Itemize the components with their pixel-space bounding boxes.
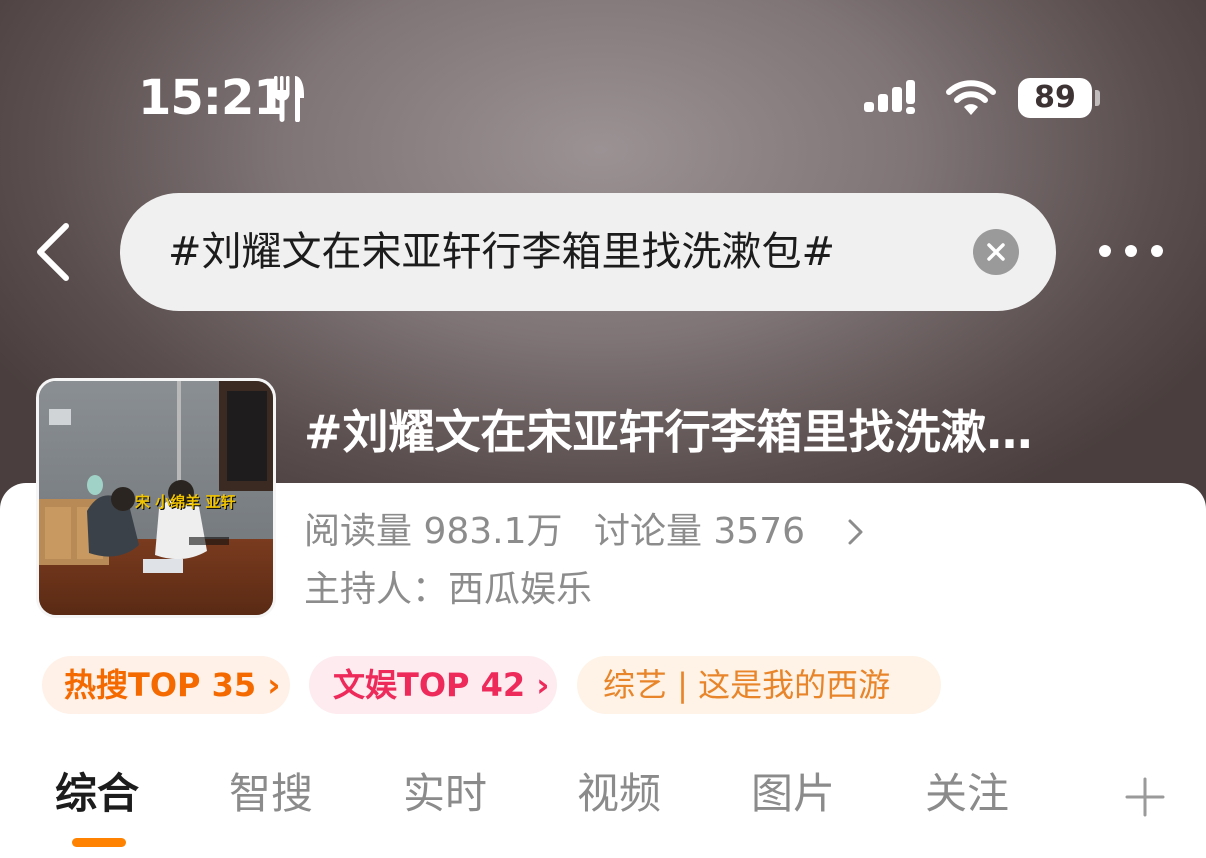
wifi-icon	[944, 78, 998, 122]
clear-icon[interactable]	[973, 229, 1019, 275]
status-time: 15:21	[138, 70, 287, 126]
fork-knife-icon	[272, 74, 306, 126]
read-count: 阅读量 983.1万	[304, 511, 563, 552]
topic-thumbnail[interactable]: 宋 小绵羊 亚轩	[36, 378, 276, 618]
chevron-right-icon[interactable]	[845, 517, 867, 551]
thumbnail-caption: 宋 小绵羊 亚轩	[135, 493, 236, 511]
signal-icon	[864, 80, 924, 122]
more-icon[interactable]	[1096, 236, 1166, 266]
tab-images[interactable]: 图片	[751, 766, 835, 822]
entertainment-rank-tag[interactable]: 文娱TOP 42 ›	[309, 656, 557, 714]
back-icon[interactable]	[30, 220, 80, 284]
active-tab-indicator	[72, 838, 126, 847]
search-query[interactable]: #刘耀文在宋亚轩行李箱里找洗漱包#	[168, 227, 835, 277]
topic-host: 主持人：西瓜娱乐	[304, 569, 593, 610]
battery-icon: 89	[1018, 78, 1092, 118]
variety-show-tag[interactable]: 综艺 | 这是我的西游	[577, 656, 941, 714]
search-input[interactable]: #刘耀文在宋亚轩行李箱里找洗漱包#	[120, 193, 1056, 311]
battery-tip	[1095, 90, 1100, 106]
hot-search-rank-tag[interactable]: 热搜TOP 35 ›	[42, 656, 290, 714]
tab-realtime[interactable]: 实时	[403, 766, 487, 822]
topic-stats[interactable]: 阅读量 983.1万 讨论量 3576	[304, 510, 825, 554]
tab-smart-search[interactable]: 智搜	[229, 766, 313, 822]
tab-comprehensive[interactable]: 综合	[55, 766, 139, 822]
topic-title: #刘耀文在宋亚轩行李箱里找洗漱…	[304, 405, 1033, 459]
plus-icon[interactable]	[1124, 776, 1166, 818]
discussion-count: 讨论量 3576	[593, 511, 806, 552]
tab-following[interactable]: 关注	[925, 766, 1009, 822]
tab-video[interactable]: 视频	[577, 766, 661, 822]
tab-bar: 综合 智搜 实时 视频 图片 关注	[0, 766, 1206, 846]
